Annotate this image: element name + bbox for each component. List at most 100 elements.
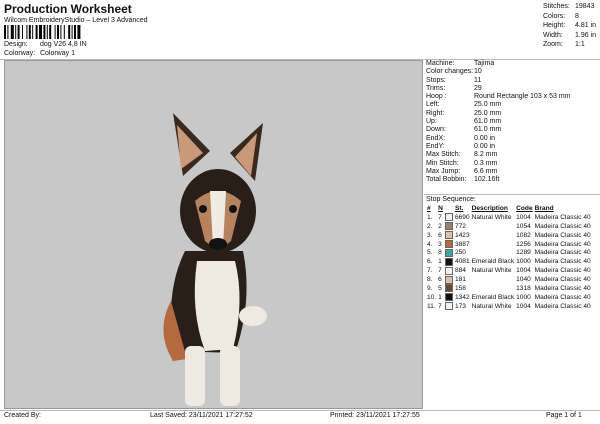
color-swatch xyxy=(444,284,453,293)
row-brand: Madeira Classic 40 xyxy=(534,302,591,310)
row-needle: 5 xyxy=(438,284,442,292)
row-swatch xyxy=(444,266,454,275)
row-description xyxy=(471,275,516,284)
row-brand: Madeira Classic 40 xyxy=(534,222,591,230)
row-index: 8. xyxy=(427,276,433,284)
row-brand: Madeira Classic 40 xyxy=(534,258,591,266)
row-swatch xyxy=(444,222,454,231)
machine-info: Machine: Tajima Color changes:10 Stops: 11… xyxy=(426,60,596,184)
row-brand: Madeira Classic 40 xyxy=(534,213,591,221)
row-index: 10. xyxy=(427,293,437,301)
row-code: 1000 xyxy=(516,293,531,301)
row-needle: 6 xyxy=(438,231,442,239)
colorway-row: Colorway: Colorway 1 xyxy=(4,50,75,57)
col-code: Code xyxy=(516,204,533,212)
row-brand: Madeira Classic 40 xyxy=(534,284,591,292)
row-code: 1004 xyxy=(516,302,531,310)
table-row: 11. 7 173 Natural White 1004 Madeira Classic … xyxy=(426,302,592,311)
col-brand: Brand xyxy=(534,204,554,212)
row-description xyxy=(471,284,516,293)
stops-divider xyxy=(424,194,600,195)
design-row: Design: dog V26 4,8 IN xyxy=(4,41,87,48)
stat-colors: Colors: 8 xyxy=(543,12,579,20)
info-max-stitch: Max Stitch: 8.2 mm xyxy=(426,151,498,159)
stat-height: Height: 4.81 in xyxy=(543,22,597,29)
row-swatch xyxy=(444,275,454,284)
stop-sequence-table: # N St. Description Code Brand 1. 7 6690 Na… xyxy=(426,204,592,311)
design-label: Design: xyxy=(4,41,28,48)
col-stitches: St. xyxy=(454,204,464,212)
row-code: 1318 xyxy=(516,284,531,292)
row-needle: 1 xyxy=(438,293,442,301)
row-index: 4. xyxy=(427,240,433,248)
row-swatch xyxy=(444,213,454,222)
info-endy: EndY: 0.00 in xyxy=(426,142,496,150)
row-code: 1256 xyxy=(516,240,531,248)
row-index: 7. xyxy=(427,267,433,275)
row-description: Emerald Black xyxy=(471,293,515,301)
embroidery-dog-image xyxy=(163,113,267,406)
col-index: # xyxy=(427,204,431,212)
row-code: 1004 xyxy=(516,267,531,275)
created-by: Created By: xyxy=(4,412,41,419)
info-hoop: Hoop : Round Rectangle 103 x 53 mm xyxy=(426,93,571,101)
info-endx: EndX: 0.00 in xyxy=(426,134,496,142)
colorway-value: Colorway 1 xyxy=(39,50,75,57)
table-row: 2. 2 772 1054 Madeira Classic 40 xyxy=(426,222,592,231)
row-stitches: 4081 xyxy=(454,258,470,266)
design-stats: Stitches: 19843 Colors: 8 Height: 4.81 in W… xyxy=(543,2,596,50)
row-code: 1000 xyxy=(516,258,531,266)
info-trims: Trims: 29 xyxy=(426,84,482,92)
row-stitches: 772 xyxy=(454,222,466,230)
row-brand: Madeira Classic 40 xyxy=(534,240,591,248)
table-row: 1. 7 6690 Natural White 1004 Madeira Classic … xyxy=(426,213,592,222)
info-up: Up: 61.0 mm xyxy=(426,118,502,126)
page-number: Page 1 of 1 xyxy=(546,412,582,419)
row-swatch xyxy=(444,293,454,302)
row-description: Emerald Black xyxy=(471,258,515,266)
row-stitches: 6690 xyxy=(454,213,470,221)
stop-sequence-label: Stop Sequence: xyxy=(426,196,476,203)
row-swatch xyxy=(444,302,454,311)
barcode-image xyxy=(4,25,81,39)
design-value: dog V26 4,8 IN xyxy=(39,41,87,48)
info-color-changes: Color changes:10 xyxy=(426,68,482,76)
row-swatch xyxy=(444,231,454,240)
info-machine: Machine: Tajima xyxy=(426,60,495,67)
table-row: 7. 7 884 Natural White 1004 Madeira Classic 4… xyxy=(426,266,592,275)
stat-zoom: Zoom: 1:1 xyxy=(543,41,585,48)
row-code: 1004 xyxy=(516,213,531,221)
table-row: 6. 1 4081 Emerald Black 1000 Madeira Classic … xyxy=(426,257,592,266)
row-stitches: 1423 xyxy=(454,231,470,239)
row-index: 2. xyxy=(427,222,433,230)
colorway-label: Colorway: xyxy=(4,50,36,57)
last-saved: Last Saved: 23/11/2021 17:27:52 xyxy=(150,412,253,419)
row-description xyxy=(471,222,516,231)
row-stitches: 173 xyxy=(454,302,466,310)
table-row: 9. 5 158 1318 Madeira Classic 40 xyxy=(426,284,592,293)
color-swatch xyxy=(444,222,453,231)
table-row: 4. 3 3887 1256 Madeira Classic 40 xyxy=(426,240,592,249)
row-needle: 7 xyxy=(438,302,442,310)
color-swatch xyxy=(444,275,453,284)
footer-divider xyxy=(0,410,600,411)
row-stitches: 1342 xyxy=(454,293,470,301)
row-description xyxy=(471,248,516,257)
row-needle: 6 xyxy=(438,276,442,284)
col-color xyxy=(444,204,454,213)
row-code: 1289 xyxy=(516,249,531,257)
row-brand: Madeira Classic 40 xyxy=(534,231,591,239)
row-brand: Madeira Classic 40 xyxy=(534,249,591,257)
col-needle: N xyxy=(438,204,443,212)
stat-stitches: Stitches: 19843 xyxy=(543,3,595,10)
row-needle: 1 xyxy=(438,258,442,266)
row-brand: Madeira Classic 40 xyxy=(534,267,591,275)
row-stitches: 158 xyxy=(454,284,466,292)
row-index: 1. xyxy=(427,213,433,221)
row-swatch xyxy=(444,240,454,249)
row-description: Natural White xyxy=(471,267,512,275)
color-swatch xyxy=(444,231,453,240)
row-index: 11. xyxy=(427,302,436,310)
color-swatch xyxy=(444,266,453,275)
row-swatch xyxy=(444,257,454,266)
